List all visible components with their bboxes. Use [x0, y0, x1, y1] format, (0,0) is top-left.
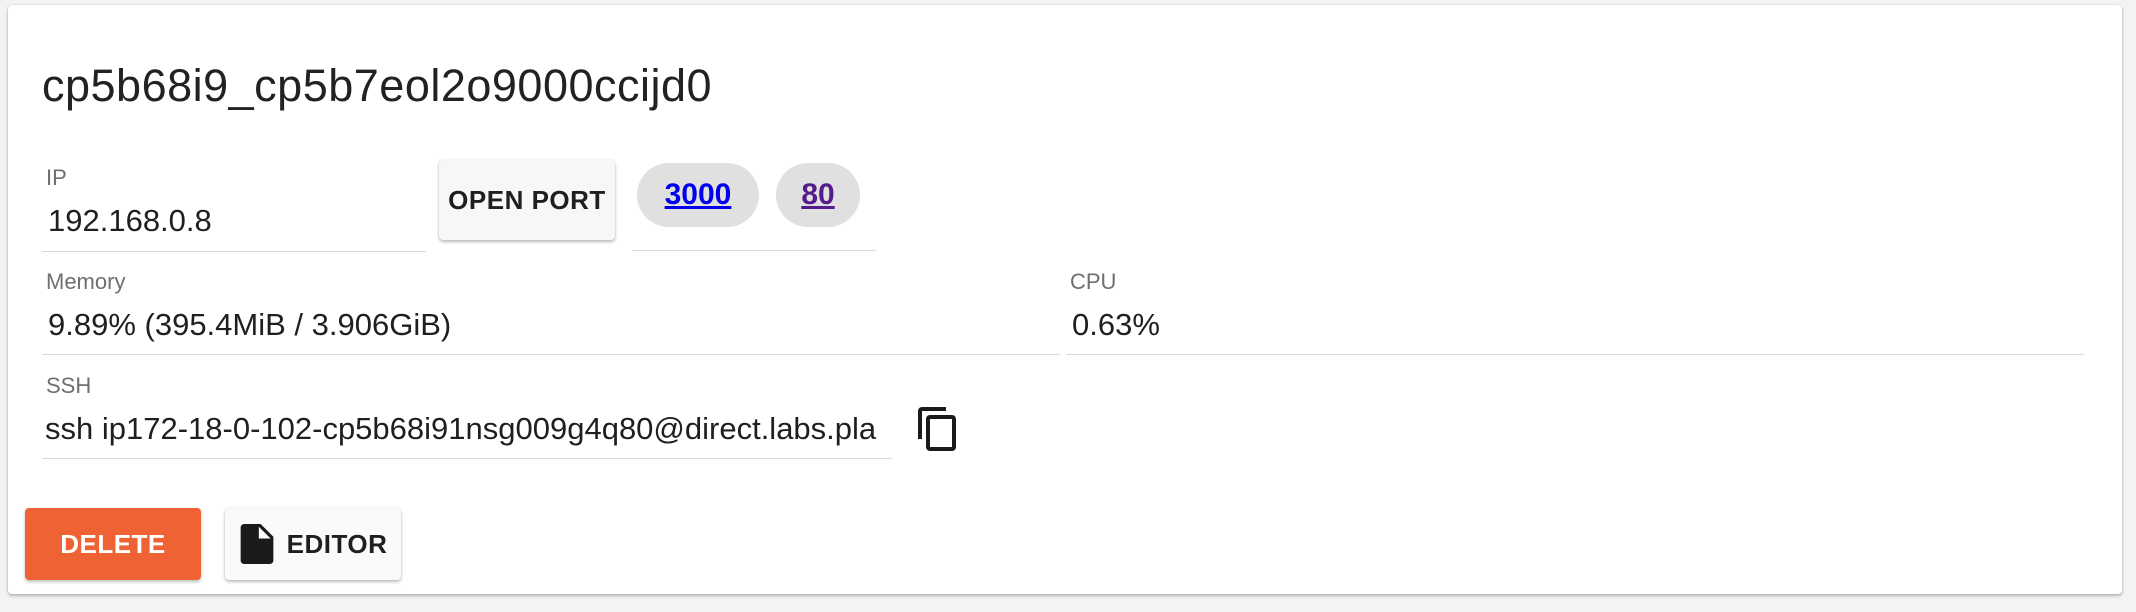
ssh-value[interactable]: ssh ip172-18-0-102-cp5b68i91nsg009g4q80@…: [45, 411, 876, 447]
ip-field: IP 192.168.0.8: [42, 155, 426, 252]
ip-label: IP: [46, 165, 67, 190]
copy-icon[interactable]: [914, 405, 962, 453]
memory-field: Memory 9.89% (395.4MiB / 3.906GiB): [42, 260, 1060, 355]
cpu-value[interactable]: 0.63%: [1072, 307, 1160, 343]
port-link-3000[interactable]: 3000: [637, 163, 759, 227]
ssh-field: SSH ssh ip172-18-0-102-cp5b68i91nsg009g4…: [42, 364, 892, 459]
ssh-label: SSH: [46, 373, 92, 398]
editor-button[interactable]: EDITOR: [225, 508, 401, 580]
port-link-80[interactable]: 80: [776, 163, 860, 227]
open-port-button[interactable]: OPEN PORT: [439, 160, 615, 240]
instance-card: cp5b68i9_cp5b7eol2o9000ccijd0 IP 192.168…: [8, 5, 2122, 594]
instance-title: cp5b68i9_cp5b7eol2o9000ccijd0: [42, 60, 713, 111]
editor-label: EDITOR: [286, 528, 388, 559]
cpu-field: CPU 0.63%: [1066, 260, 2084, 355]
memory-value[interactable]: 9.89% (395.4MiB / 3.906GiB): [48, 307, 451, 343]
cpu-label: CPU: [1070, 269, 1117, 294]
ip-value[interactable]: 192.168.0.8: [48, 203, 212, 239]
file-icon: [239, 524, 275, 564]
memory-label: Memory: [46, 269, 126, 294]
delete-button[interactable]: DELETE: [25, 508, 201, 580]
